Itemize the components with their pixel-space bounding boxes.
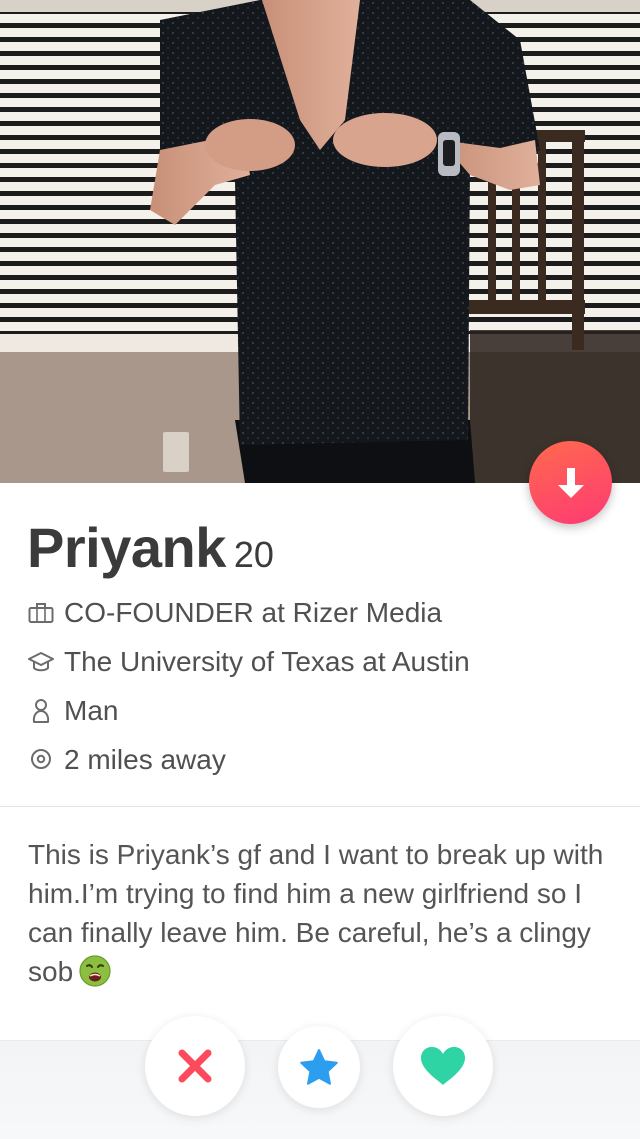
graduation-cap-icon [28, 649, 54, 675]
location-pin-icon [28, 747, 54, 773]
arrow-down-icon [557, 467, 584, 498]
profile-name: Priyank [27, 516, 226, 579]
like-button[interactable] [393, 1016, 493, 1116]
name-age-row: Priyank 20 [27, 515, 274, 580]
bio-text: This is Priyank’s gf and I want to break… [28, 839, 604, 987]
super-like-button[interactable] [278, 1026, 360, 1108]
person-icon [28, 698, 54, 724]
school-text: The University of Texas at Austin [64, 646, 470, 677]
school-row: The University of Texas at Austin [28, 645, 470, 679]
profile-photo[interactable] [0, 0, 640, 483]
nope-button[interactable] [145, 1016, 245, 1116]
job-text: CO-FOUNDER at Rizer Media [64, 597, 443, 628]
profile-age: 20 [233, 534, 274, 575]
heart-icon [421, 1047, 465, 1085]
briefcase-icon [28, 600, 54, 626]
job-row: CO-FOUNDER at Rizer Media [28, 596, 442, 630]
nauseated-face-icon [79, 955, 111, 997]
section-divider [0, 806, 640, 807]
close-x-icon [178, 1049, 212, 1083]
star-icon [300, 1049, 338, 1085]
distance-row: 2 miles away [28, 743, 226, 777]
gender-row: Man [28, 694, 118, 728]
profile-bio: This is Priyank’s gf and I want to break… [28, 835, 618, 997]
gender-text: Man [64, 695, 119, 726]
collapse-profile-button[interactable] [529, 441, 612, 524]
distance-text: 2 miles away [64, 744, 226, 775]
